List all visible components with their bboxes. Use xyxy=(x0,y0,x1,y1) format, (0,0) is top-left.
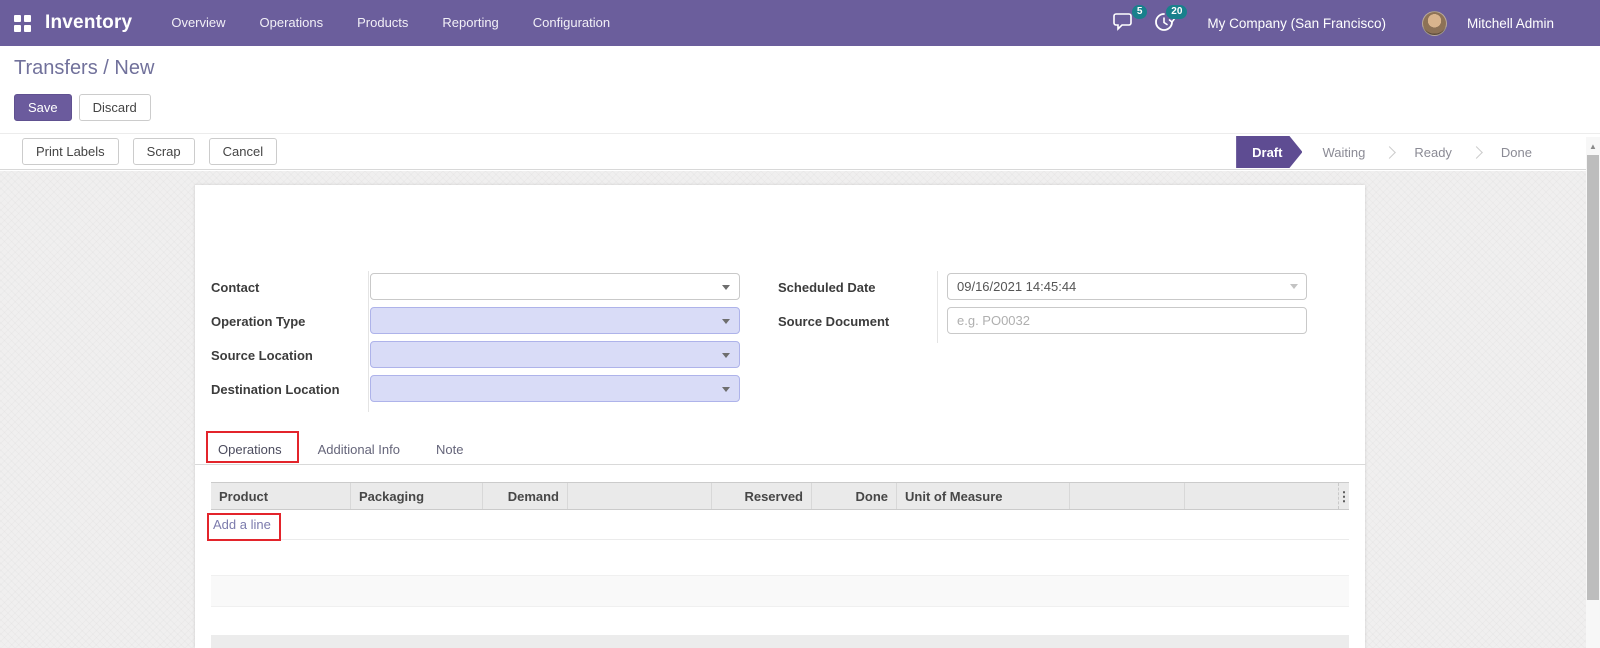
print-labels-button[interactable]: Print Labels xyxy=(22,138,119,165)
scheduled-date-label: Scheduled Date xyxy=(778,280,876,295)
operation-type-field[interactable] xyxy=(370,307,740,334)
scrollbar-up-arrow-icon[interactable]: ▲ xyxy=(1586,137,1600,155)
navbar-right: 5 20 My Company (San Francisco) Mitchell… xyxy=(1113,5,1600,36)
sheet-bottom-band xyxy=(211,635,1349,648)
nav-menu-reporting[interactable]: Reporting xyxy=(425,0,515,46)
record-action-buttons: Print Labels Scrap Cancel xyxy=(0,138,291,165)
operations-table-header: Product Packaging Demand Reserved Done U… xyxy=(211,482,1349,510)
company-switcher[interactable]: My Company (San Francisco) xyxy=(1207,16,1386,31)
operations-table: Product Packaging Demand Reserved Done U… xyxy=(211,482,1349,540)
status-step-ready[interactable]: Ready xyxy=(1394,145,1472,160)
messages-badge: 5 xyxy=(1131,5,1148,19)
tab-additional-info[interactable]: Additional Info xyxy=(318,437,412,464)
contact-label: Contact xyxy=(211,280,260,295)
control-panel: Transfers / New Save Discard xyxy=(0,46,1600,133)
apps-grid-square xyxy=(14,14,21,22)
status-step-waiting[interactable]: Waiting xyxy=(1302,145,1385,160)
chevron-down-icon xyxy=(722,353,730,358)
label-field-divider xyxy=(937,271,938,343)
activities-button[interactable]: 20 xyxy=(1153,5,1188,34)
notebook-tabs: Operations Additional Info Note xyxy=(195,437,1365,465)
breadcrumb-separator: / xyxy=(97,57,115,79)
tab-note[interactable]: Note xyxy=(436,437,475,464)
source-location-field[interactable] xyxy=(370,341,740,368)
app-title[interactable]: Inventory xyxy=(45,12,132,34)
add-a-line-link[interactable]: Add a line xyxy=(213,517,271,532)
scrollbar-thumb[interactable] xyxy=(1587,155,1599,600)
chevron-down-icon xyxy=(722,285,730,290)
apps-grid-icon[interactable] xyxy=(14,14,31,32)
odoo-inventory-transfer-form: Inventory Overview Operations Products R… xyxy=(0,0,1600,648)
source-document-input[interactable] xyxy=(947,307,1307,334)
status-bar: Draft Waiting Ready Done xyxy=(1236,134,1552,170)
column-header-empty xyxy=(568,483,712,509)
status-step-done[interactable]: Done xyxy=(1481,145,1552,160)
contact-field[interactable] xyxy=(370,273,740,300)
status-step-draft[interactable]: Draft xyxy=(1236,136,1302,168)
apps-grid-square xyxy=(24,24,31,32)
nav-menu-configuration[interactable]: Configuration xyxy=(516,0,627,46)
column-header-demand[interactable]: Demand xyxy=(483,483,568,509)
discard-button[interactable]: Discard xyxy=(78,94,151,121)
apps-grid-square xyxy=(14,24,21,32)
user-menu[interactable]: Mitchell Admin xyxy=(1467,16,1554,31)
apps-grid-square xyxy=(24,14,31,22)
column-header-unit-of-measure[interactable]: Unit of Measure xyxy=(897,483,1070,509)
breadcrumb-current: New xyxy=(114,57,155,79)
table-add-row: Add a line xyxy=(211,510,1349,540)
form-sheet: Contact Operation Type Source Location D… xyxy=(195,185,1365,648)
column-header-product[interactable]: Product xyxy=(211,483,351,509)
nav-menu-products[interactable]: Products xyxy=(340,0,425,46)
source-location-label: Source Location xyxy=(211,348,313,363)
user-avatar[interactable] xyxy=(1421,10,1447,36)
chevron-down-icon xyxy=(1290,284,1298,289)
operation-type-label: Operation Type xyxy=(211,314,306,329)
tab-operations[interactable]: Operations xyxy=(218,437,294,464)
destination-location-label: Destination Location xyxy=(211,382,340,397)
scrap-button[interactable]: Scrap xyxy=(132,138,195,165)
label-field-divider xyxy=(368,271,369,412)
activities-badge: 20 xyxy=(1166,5,1188,19)
destination-location-field[interactable] xyxy=(370,375,740,402)
form-action-buttons: Save Discard xyxy=(14,94,151,121)
vertical-scrollbar[interactable]: ▲ xyxy=(1586,137,1600,648)
messages-button[interactable]: 5 xyxy=(1113,5,1148,34)
nav-menu-overview[interactable]: Overview xyxy=(154,0,242,46)
column-header-empty xyxy=(1070,483,1185,509)
record-toolbar: Print Labels Scrap Cancel Draft Waiting … xyxy=(0,133,1600,170)
save-button[interactable]: Save xyxy=(14,94,72,121)
breadcrumb: Transfers / New xyxy=(14,57,154,80)
optional-columns-cell: ⋮ xyxy=(1338,483,1349,509)
nav-menus: Overview Operations Products Reporting C… xyxy=(154,0,627,46)
source-document-label: Source Document xyxy=(778,314,890,329)
column-header-reserved[interactable]: Reserved xyxy=(712,483,812,509)
optional-columns-toggle-icon[interactable]: ⋮ xyxy=(1339,490,1349,503)
breadcrumb-transfers-link[interactable]: Transfers xyxy=(14,57,98,79)
chevron-down-icon xyxy=(722,387,730,392)
nav-menu-operations[interactable]: Operations xyxy=(243,0,341,46)
column-header-done[interactable]: Done xyxy=(812,483,897,509)
column-header-empty xyxy=(1185,483,1338,509)
cancel-button[interactable]: Cancel xyxy=(208,138,278,165)
top-navbar: Inventory Overview Operations Products R… xyxy=(0,0,1600,46)
chevron-down-icon xyxy=(722,319,730,324)
empty-row-stripe xyxy=(211,575,1349,607)
column-header-packaging[interactable]: Packaging xyxy=(351,483,483,509)
scheduled-date-input[interactable] xyxy=(947,273,1307,300)
